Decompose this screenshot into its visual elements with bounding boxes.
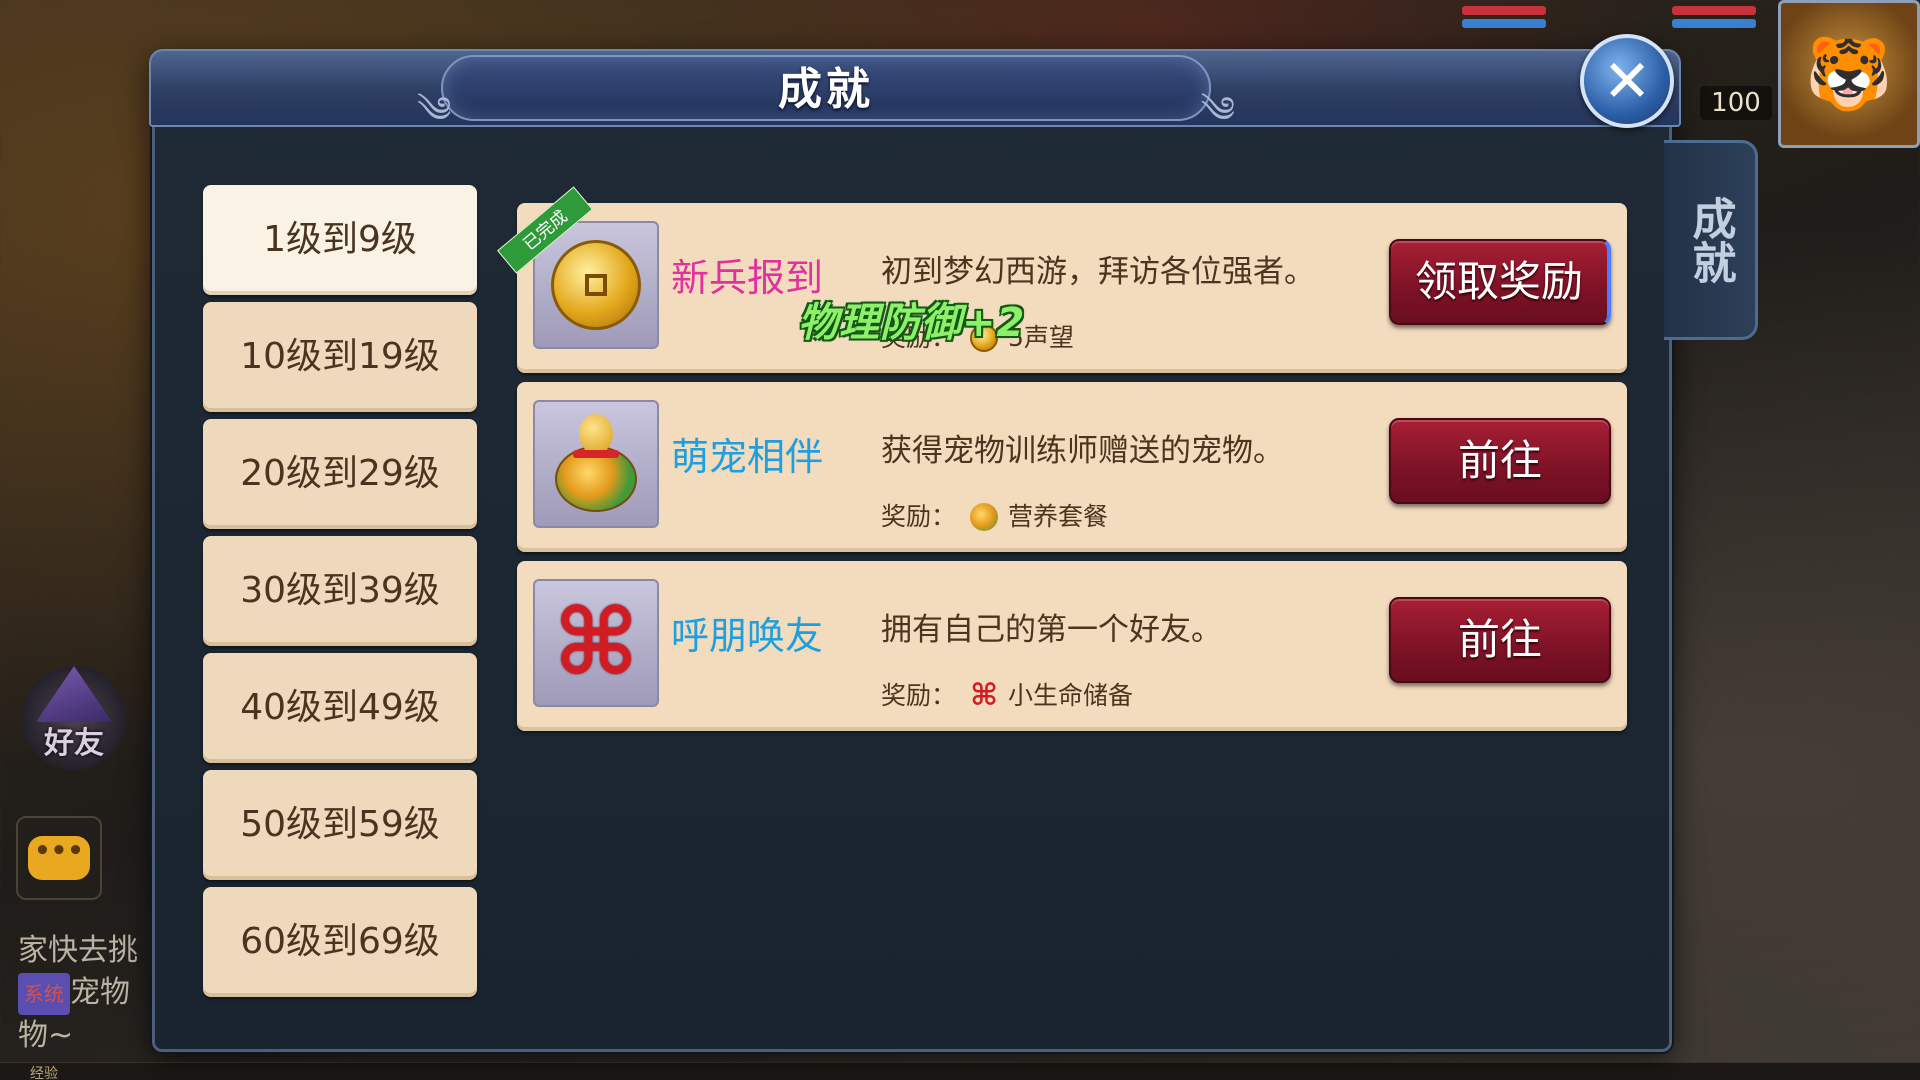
knot-reward-icon: ⌘ [970,678,998,713]
achievement-row: 已完成 新兵报到 初到梦幻西游，拜访各位强者。 奖励： 5声望 领取奖励 [497,186,1627,373]
chat-line: 家快去挑 [18,933,138,968]
achievement-reward: 奖励： 营养套餐 [881,500,1108,534]
friend-button-label: 好友 [44,726,104,761]
chat-channel-tag: 系统 [18,972,70,1015]
level-tab-50-59[interactable]: 50级到59级 [203,770,477,880]
chat-line: 宠物 [70,975,130,1010]
level-tab-1-9[interactable]: 1级到9级 [203,185,477,295]
exp-label: 经验 [30,1066,58,1080]
player-portrait[interactable]: 🐯 [1778,0,1920,148]
achievement-reward: 奖励： ⌘ 小生命储备 [881,679,1133,713]
chat-preview[interactable]: 家快去挑 系统 宠物 物~ [18,930,158,1057]
level-tab-60-69[interactable]: 60级到69级 [203,887,477,997]
panel-title: 成就 [778,64,874,115]
claim-reward-button[interactable]: 领取奖励 [1389,239,1611,325]
reward-value: 营养套餐 [1008,502,1109,531]
achievement-row: 萌宠相伴 获得宠物训练师赠送的宠物。 奖励： 营养套餐 前往 [517,382,1627,552]
title-plate: ༄ ༄ 成就 [417,55,1235,131]
reward-value: 小生命储备 [1008,681,1134,710]
achievement-description: 拥有自己的第一个好友。 [881,612,1222,648]
chat-bubble-icon: ••• [28,836,90,880]
chat-button[interactable]: ••• [16,816,102,900]
level-range-list: 1级到9级 10级到19级 20级到29级 30级到39级 40级到49级 50… [203,185,477,1004]
level-tab-20-29[interactable]: 20级到29级 [203,419,477,529]
exp-bar: 经验 [0,1062,1920,1080]
title-bar: ༄ ༄ 成就 [149,49,1681,131]
wizard-hat-icon [36,666,112,722]
achievement-description: 初到梦幻西游，拜访各位强者。 [881,254,1315,290]
reward-label: 奖励： [881,681,957,710]
level-tab-10-19[interactable]: 10级到19级 [203,302,477,412]
player-level: 100 [1700,86,1772,120]
pet-hp-mp-bars [1672,6,1756,40]
achievement-name: 呼朋唤友 [671,614,824,658]
side-tab-achievement[interactable]: 成就 [1664,140,1758,340]
go-button[interactable]: 前往 [1389,597,1611,683]
close-icon: ✕ [1602,47,1652,115]
gourd-icon [533,400,659,528]
reward-label: 奖励： [881,502,957,531]
achievement-row: ⌘ 呼朋唤友 拥有自己的第一个好友。 奖励： ⌘ 小生命储备 前往 [517,561,1627,731]
chinese-knot-icon: ⌘ [533,579,659,707]
tiger-avatar-icon: 🐯 [1805,32,1893,115]
go-button[interactable]: 前往 [1389,418,1611,504]
achievement-panel: ༄ ༄ 成就 1级到9级 10级到19级 20级到29级 30级到39级 40级… [149,49,1681,1052]
achievement-list: 已完成 新兵报到 初到梦幻西游，拜访各位强者。 奖励： 5声望 领取奖励 萌宠相… [497,186,1627,740]
friend-button[interactable]: 好友 [22,666,126,770]
level-tab-40-49[interactable]: 40级到49级 [203,653,477,763]
achievement-description: 获得宠物训练师赠送的宠物。 [881,433,1284,469]
hp-mp-bars [1462,6,1546,40]
side-tab-label: 成就 [1684,196,1736,284]
close-button[interactable]: ✕ [1580,34,1674,128]
chat-line: 物~ [18,1017,74,1053]
achievement-name: 萌宠相伴 [671,435,824,479]
gourd-reward-icon [970,503,999,531]
level-tab-30-39[interactable]: 30级到39级 [203,536,477,646]
floating-stat-popup: 物理防御+2 [798,300,1026,346]
